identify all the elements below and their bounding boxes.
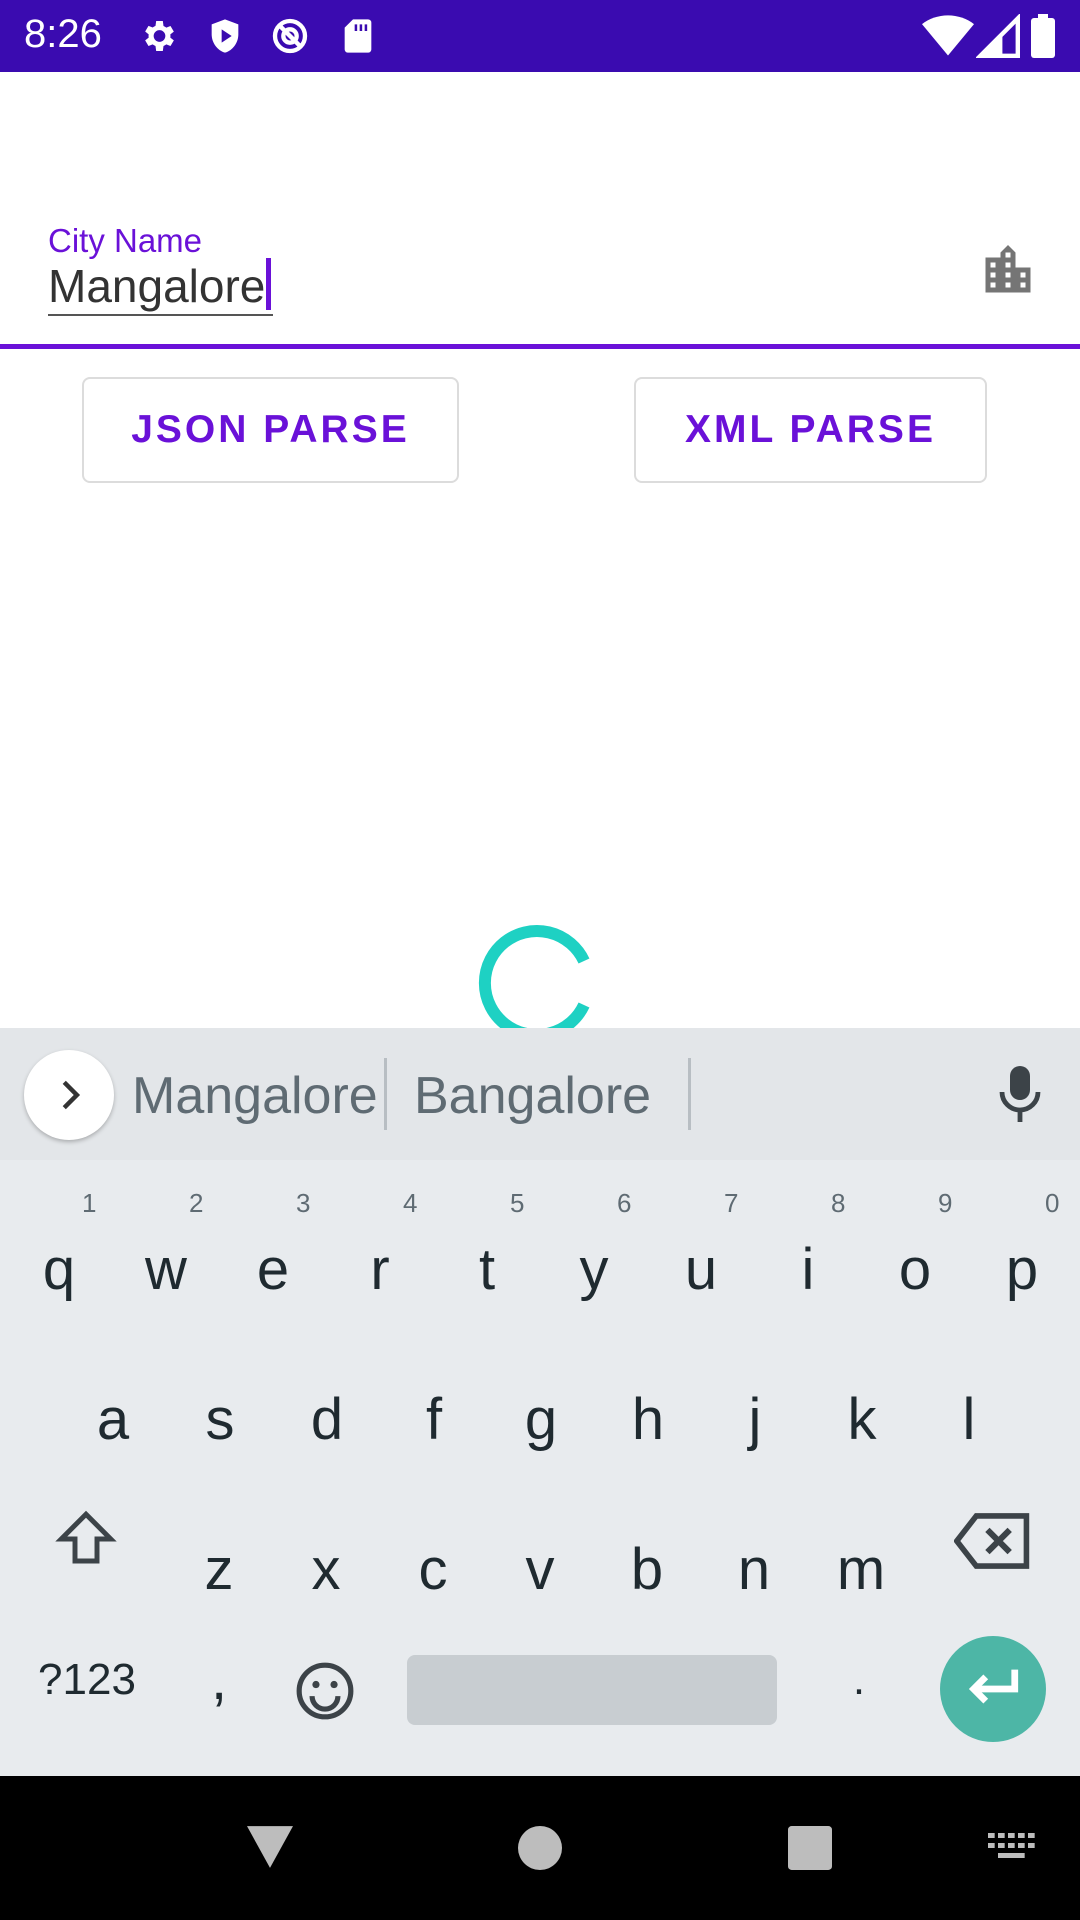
key-t[interactable]: t <box>434 1200 540 1340</box>
input-underline <box>0 344 1080 349</box>
suggestion-divider <box>688 1058 691 1130</box>
key-c[interactable]: c <box>380 1500 486 1640</box>
key-i[interactable]: i <box>755 1200 861 1340</box>
home-icon[interactable] <box>518 1826 562 1870</box>
emoji-icon[interactable] <box>294 1660 356 1722</box>
navigation-bar <box>0 1776 1080 1920</box>
key-hint-o: 9 <box>938 1188 953 1218</box>
key-r[interactable]: r <box>327 1200 433 1340</box>
key-v[interactable]: v <box>487 1500 593 1640</box>
city-name-label: City Name <box>48 222 203 259</box>
shift-icon[interactable] <box>52 1506 120 1572</box>
cell-signal-icon <box>976 14 1020 58</box>
city-name-input[interactable]: Mangalore <box>48 258 274 316</box>
suggestion-divider <box>384 1058 387 1130</box>
suggestion-2[interactable]: Bangalore <box>414 1066 651 1126</box>
chevron-right-icon <box>62 1080 81 1110</box>
key-a[interactable]: a <box>60 1350 166 1490</box>
period-key[interactable]: . <box>806 1610 912 1750</box>
recents-icon[interactable] <box>788 1826 832 1870</box>
keyboard-switch-icon[interactable] <box>988 1832 1038 1864</box>
xml-parse-button[interactable]: XML PARSE <box>634 377 987 483</box>
app-content: City Name Mangalore JSON PARSE XML PARSE <box>0 72 1080 1028</box>
key-b[interactable]: b <box>594 1500 700 1640</box>
key-l[interactable]: l <box>916 1350 1022 1490</box>
key-g[interactable]: g <box>488 1350 594 1490</box>
key-hint-w: 2 <box>189 1188 204 1218</box>
key-f[interactable]: f <box>381 1350 487 1490</box>
key-x[interactable]: x <box>273 1500 379 1640</box>
comma-key[interactable]: , <box>166 1610 272 1750</box>
suggestion-1[interactable]: Mangalore <box>132 1066 378 1126</box>
key-p[interactable]: p <box>969 1200 1075 1340</box>
battery-icon <box>1031 14 1055 58</box>
text-cursor <box>266 258 272 310</box>
data-saver-icon <box>272 18 308 54</box>
symbols-key[interactable]: ?123 <box>32 1610 142 1750</box>
loading-spinner <box>478 925 590 1028</box>
key-e[interactable]: e <box>220 1200 326 1340</box>
space-bar[interactable] <box>407 1655 777 1725</box>
key-w[interactable]: w <box>113 1200 219 1340</box>
enter-icon <box>968 1669 1019 1704</box>
microphone-icon[interactable] <box>996 1064 1044 1124</box>
key-hint-p: 0 <box>1045 1188 1060 1218</box>
key-o[interactable]: o <box>862 1200 968 1340</box>
key-s[interactable]: s <box>167 1350 273 1490</box>
key-n[interactable]: n <box>701 1500 807 1640</box>
settings-icon <box>145 21 174 51</box>
key-hint-t: 5 <box>510 1188 525 1218</box>
enter-button[interactable] <box>940 1636 1046 1742</box>
key-j[interactable]: j <box>702 1350 808 1490</box>
back-icon[interactable] <box>244 1824 296 1870</box>
key-k[interactable]: k <box>809 1350 915 1490</box>
key-hint-y: 6 <box>617 1188 632 1218</box>
status-time: 8:26 <box>24 12 102 56</box>
suggestion-bar: Mangalore Bangalore <box>0 1028 1080 1160</box>
key-y[interactable]: y <box>541 1200 647 1340</box>
sd-card-icon <box>344 19 372 53</box>
key-hint-u: 7 <box>724 1188 739 1218</box>
key-q[interactable]: q <box>6 1200 112 1340</box>
play-protect-icon <box>211 19 239 53</box>
city-icon <box>985 245 1031 293</box>
key-u[interactable]: u <box>648 1200 754 1340</box>
backspace-icon[interactable] <box>954 1512 1032 1570</box>
key-hint-q: 1 <box>82 1188 97 1218</box>
key-hint-i: 8 <box>831 1188 846 1218</box>
expand-suggestions-button[interactable] <box>24 1050 114 1140</box>
city-name-value: Mangalore <box>48 260 266 312</box>
wifi-icon <box>922 15 974 56</box>
key-d[interactable]: d <box>274 1350 380 1490</box>
key-h[interactable]: h <box>595 1350 701 1490</box>
status-bar: 8:26 <box>0 0 1080 72</box>
json-parse-button[interactable]: JSON PARSE <box>82 377 459 483</box>
key-hint-r: 4 <box>403 1188 418 1218</box>
key-hint-e: 3 <box>296 1188 311 1218</box>
soft-keyboard: Mangalore Bangalore q1w2e3r4t5y6u7i8o9p0… <box>0 1028 1080 1776</box>
